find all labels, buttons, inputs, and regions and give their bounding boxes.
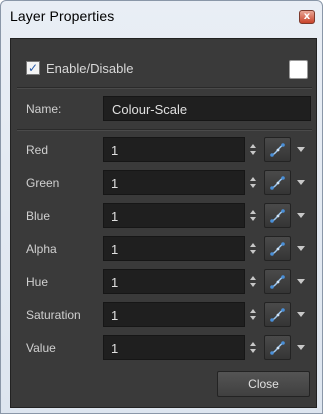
spinner-icon[interactable] [250,207,258,224]
property-row-saturation: Saturation 1 [11,302,318,327]
function-curve-icon [270,176,285,190]
property-label: Value [26,341,56,355]
property-value-input[interactable]: 1 [103,203,245,228]
property-row-blue: Blue 1 [11,203,318,228]
spinner-icon[interactable] [250,273,258,290]
divider-highlight [17,130,312,131]
spinner-icon[interactable] [250,141,258,158]
enable-label: Enable/Disable [46,60,134,76]
function-curve-button[interactable] [264,203,291,228]
spinner-icon[interactable] [250,240,258,257]
title-bar: Layer Properties x [1,1,322,31]
spinner-icon[interactable] [250,174,258,191]
function-curve-icon [270,341,285,355]
function-curve-button[interactable] [264,269,291,294]
function-curve-button[interactable] [264,137,291,162]
enable-checkbox[interactable]: ✓ [26,61,40,75]
function-curve-icon [270,209,285,223]
name-input[interactable]: Colour-Scale [103,96,311,121]
property-value-input[interactable]: 1 [103,236,245,261]
name-label: Name: [26,102,62,116]
property-value-input[interactable]: 1 [103,137,245,162]
property-row-value: Value 1 [11,335,318,360]
property-label: Hue [26,275,49,289]
close-button[interactable]: Close [217,371,310,397]
dropdown-arrow-icon[interactable] [297,345,305,350]
function-curve-icon [270,275,285,289]
property-value-input[interactable]: 1 [103,302,245,327]
function-curve-button[interactable] [264,302,291,327]
dropdown-arrow-icon[interactable] [297,246,305,251]
dropdown-arrow-icon[interactable] [297,213,305,218]
layer-color-swatch[interactable] [289,60,308,79]
property-value-input[interactable]: 1 [103,335,245,360]
dropdown-arrow-icon[interactable] [297,147,305,152]
function-curve-icon [270,308,285,322]
dropdown-arrow-icon[interactable] [297,279,305,284]
spinner-icon[interactable] [250,306,258,323]
dropdown-arrow-icon[interactable] [297,312,305,317]
layer-properties-dialog: Layer Properties x ✓ Enable/Disable Name… [0,0,323,414]
function-curve-icon [270,143,285,157]
property-value-input[interactable]: 1 [103,170,245,195]
property-label: Saturation [26,308,81,322]
property-row-green: Green 1 [11,170,318,195]
property-row-hue: Hue 1 [11,269,318,294]
window-close-button[interactable]: x [299,10,315,24]
function-curve-button[interactable] [264,170,291,195]
property-label: Blue [26,209,51,223]
property-value-input[interactable]: 1 [103,269,245,294]
divider-highlight [17,88,312,89]
property-label: Red [26,143,49,157]
dropdown-arrow-icon[interactable] [297,180,305,185]
spinner-icon[interactable] [250,339,258,356]
function-curve-button[interactable] [264,335,291,360]
property-row-alpha: Alpha 1 [11,236,318,261]
dialog-title: Layer Properties [10,8,115,24]
property-label: Green [26,176,60,190]
property-label: Alpha [26,242,57,256]
function-curve-button[interactable] [264,236,291,261]
properties-panel: ✓ Enable/Disable Name: Colour-Scale Red 1… [10,38,317,408]
enable-toggle[interactable]: ✓ Enable/Disable [26,60,133,76]
property-row-red: Red 1 [11,137,318,162]
function-curve-icon [270,242,285,256]
